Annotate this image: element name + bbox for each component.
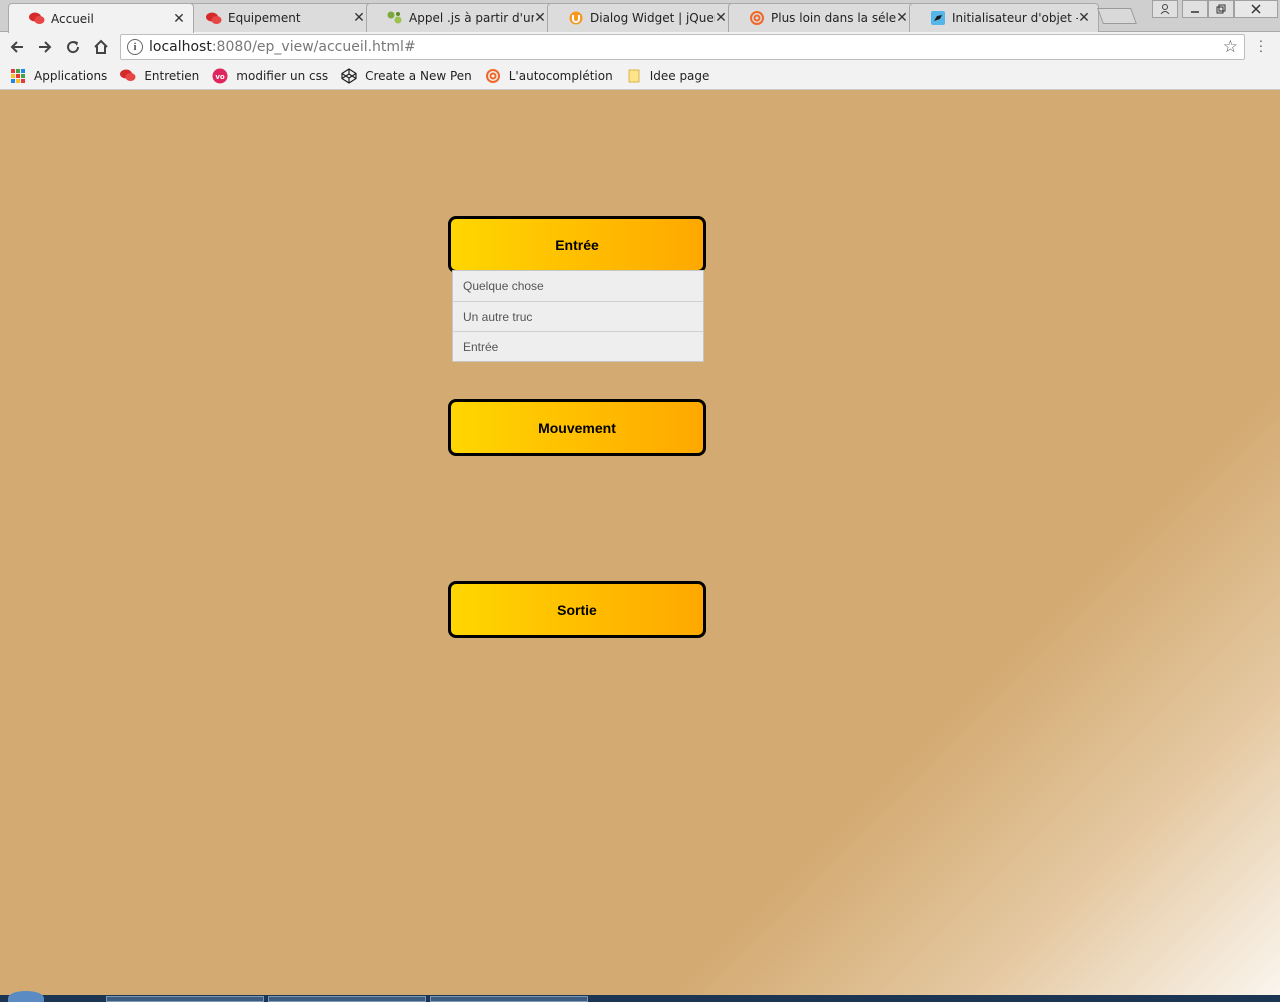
entree-dropdown-menu: Quelque chose Un autre truc Entrée — [452, 270, 704, 362]
back-arrow-icon[interactable] — [6, 36, 28, 58]
svg-text:vo: vo — [216, 73, 226, 81]
star-icon[interactable]: ☆ — [1223, 37, 1238, 57]
close-icon[interactable]: ✕ — [173, 12, 185, 26]
bookmark-label: L'autocomplétion — [508, 68, 613, 83]
address-host: localhost — [149, 39, 212, 55]
menu-dots-icon[interactable]: · · · — [1256, 33, 1266, 57]
tab-initialisateur[interactable]: Initialisateur d'objet - J ✕ — [909, 3, 1099, 32]
home-icon[interactable] — [90, 36, 112, 58]
dropdown-item-entree[interactable]: Entrée — [453, 331, 703, 361]
address-path: :8080/ep_view/accueil.html# — [211, 39, 416, 55]
dropdown-item-un-autre-truc[interactable]: Un autre truc — [453, 301, 703, 331]
bookmark-label: modifier un css — [236, 68, 329, 83]
close-icon[interactable]: ✕ — [534, 11, 546, 25]
taskbar-item[interactable] — [430, 996, 588, 1002]
dino-icon — [930, 11, 946, 25]
tab-accueil[interactable]: Accueil ✕ — [8, 3, 194, 33]
start-button[interactable] — [8, 991, 44, 1002]
bookmark-codepen[interactable]: Create a New Pen — [341, 67, 472, 84]
tab-equipement[interactable]: Equipement ✕ — [185, 3, 374, 32]
info-icon[interactable]: i — [127, 39, 143, 55]
reload-icon[interactable] — [62, 36, 84, 58]
dropdown-item-quelque-chose[interactable]: Quelque chose — [453, 271, 703, 301]
apps-grid-icon — [10, 68, 26, 84]
vo-icon: vo — [212, 68, 228, 84]
close-icon[interactable]: ✕ — [353, 11, 365, 25]
entree-button[interactable]: Entrée — [448, 216, 706, 273]
puzzle-icon — [387, 11, 403, 25]
tab-title: Initialisateur d'objet - J — [952, 11, 1078, 25]
folder-icon — [626, 68, 642, 84]
spiral-icon — [749, 11, 765, 25]
os-taskbar — [0, 991, 1280, 1002]
page-content: Entrée Quelque chose Un autre truc Entré… — [0, 91, 1280, 995]
bookmark-label: Idee page — [649, 68, 710, 83]
speech-bubbles-icon — [29, 12, 45, 26]
spiral-icon — [485, 68, 501, 84]
new-tab-button[interactable] — [1097, 8, 1137, 24]
bookmark-label: Entretien — [144, 68, 200, 83]
taskbar-item[interactable] — [268, 996, 426, 1002]
close-window-icon[interactable] — [1234, 0, 1278, 18]
tab-title: Plus loin dans la sélect — [771, 11, 896, 25]
tab-appel-js[interactable]: Appel .js à partir d'un j ✕ — [366, 3, 555, 32]
tab-plus-loin[interactable]: Plus loin dans la sélect ✕ — [728, 3, 917, 32]
speech-bubbles-icon — [120, 68, 136, 84]
codepen-icon — [341, 67, 357, 84]
bookmark-entretien[interactable]: Entretien — [120, 68, 199, 84]
tab-title: Equipement — [228, 11, 301, 25]
tab-dialog-widget[interactable]: Dialog Widget | jQuery ✕ — [547, 3, 736, 32]
close-icon[interactable]: ✕ — [715, 11, 727, 25]
jquery-ui-icon — [568, 11, 584, 25]
speech-bubbles-icon — [206, 11, 222, 25]
profile-icon[interactable] — [1152, 0, 1178, 18]
close-icon[interactable]: ✕ — [1078, 11, 1090, 25]
browser-toolbar: i localhost:8080/ep_view/accueil.html# ☆… — [0, 32, 1280, 62]
tab-strip: Accueil ✕ Equipement ✕ Appel .js à parti… — [0, 0, 1280, 33]
minimize-icon[interactable] — [1182, 0, 1208, 18]
tab-title: Dialog Widget | jQuery — [590, 11, 715, 25]
bookmark-autocompletion[interactable]: L'autocomplétion — [485, 68, 613, 84]
bookmark-idee-page[interactable]: Idee page — [626, 68, 710, 84]
bookmark-label: Applications — [34, 68, 108, 83]
address-bar[interactable]: i localhost:8080/ep_view/accueil.html# ☆ — [120, 34, 1245, 60]
bookmark-applications[interactable]: Applications — [10, 68, 107, 84]
bookmarks-bar: Applications Entretien vo modifier un cs… — [0, 62, 1280, 90]
bookmark-label: Create a New Pen — [365, 68, 472, 83]
close-icon[interactable]: ✕ — [896, 11, 908, 25]
mouvement-button[interactable]: Mouvement — [448, 399, 706, 456]
taskbar-item[interactable] — [106, 996, 264, 1002]
tab-title: Accueil — [51, 11, 94, 26]
restore-icon[interactable] — [1208, 0, 1234, 18]
bookmark-modifier-css[interactable]: vo modifier un css — [212, 68, 328, 84]
tab-title: Appel .js à partir d'un j — [409, 11, 534, 25]
forward-arrow-icon[interactable] — [34, 36, 56, 58]
sortie-button[interactable]: Sortie — [448, 581, 706, 638]
